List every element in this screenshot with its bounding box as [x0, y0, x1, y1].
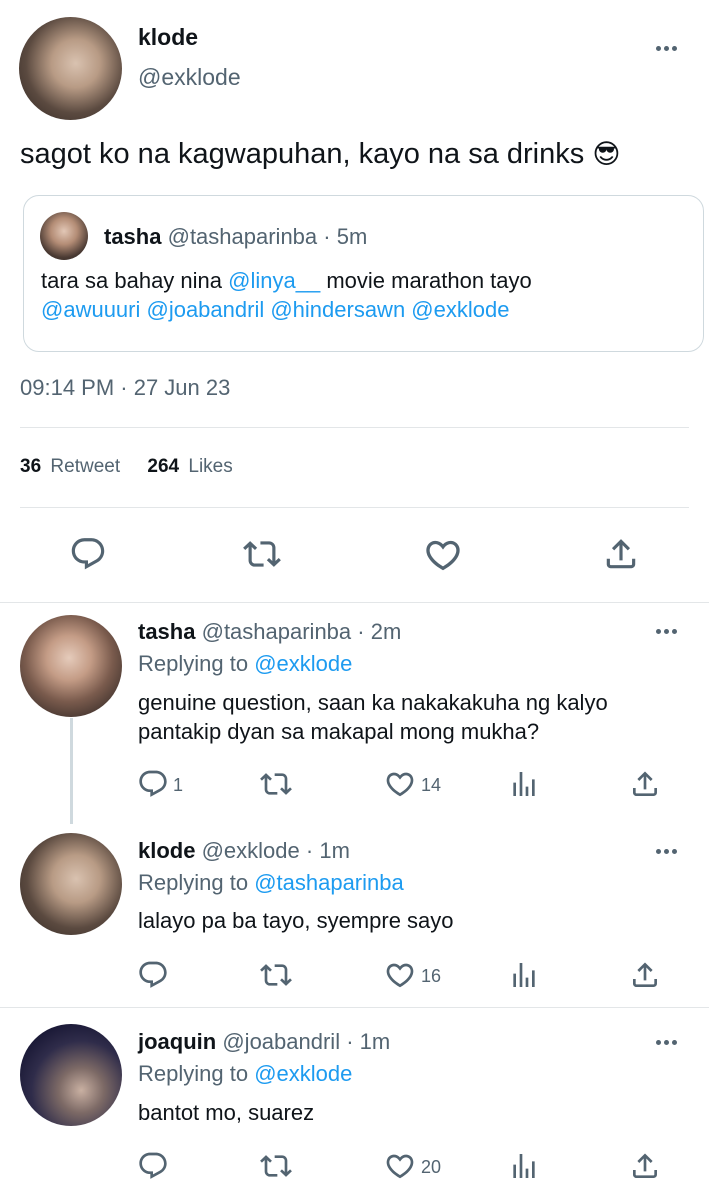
replying-label: Replying to	[138, 651, 255, 676]
reply-author-handle[interactable]: @tashaparinba	[202, 619, 352, 644]
quote-text-after: movie marathon tayo	[320, 268, 532, 293]
like-icon[interactable]	[384, 1150, 416, 1182]
like-count: 14	[421, 775, 442, 795]
reply-time[interactable]: · 1m	[306, 838, 350, 863]
reply-time[interactable]: · 1m	[346, 1029, 390, 1054]
avatar[interactable]	[20, 1024, 122, 1126]
replying-label: Replying to	[138, 1061, 255, 1086]
reply-icon[interactable]	[137, 1150, 169, 1182]
thread-line	[70, 718, 73, 824]
reply-text-line2: pantakip dyan sa makapal mong mukha?	[138, 719, 540, 744]
like-count[interactable]: 264	[147, 456, 179, 477]
reply-count: 1	[173, 775, 184, 795]
reply-icon[interactable]	[69, 535, 107, 573]
divider	[20, 427, 689, 428]
quote-header: tasha @tashaparinba · 5m	[104, 224, 367, 250]
tweet-text-content: sagot ko na kagwapuhan, kayo na sa drink…	[20, 138, 585, 170]
replying-to-link[interactable]: @exklode	[254, 651, 352, 676]
analytics-icon[interactable]	[508, 1150, 540, 1182]
avatar[interactable]	[20, 615, 122, 717]
reply-header: klode @exklode · 1m	[138, 838, 350, 864]
share-icon[interactable]	[629, 768, 661, 800]
replying-to-link[interactable]: @exklode	[254, 1061, 352, 1086]
reply-author-name[interactable]: tasha	[138, 619, 195, 644]
tweet-stats: 36 Retweet 264 Likes	[20, 456, 233, 478]
reply-text-line1: lalayo pa ba tayo, syempre sayo	[138, 908, 454, 933]
retweet-icon[interactable]	[243, 535, 281, 573]
reply-author-name[interactable]: klode	[138, 838, 195, 863]
analytics-icon[interactable]	[508, 768, 540, 800]
like-icon[interactable]	[384, 768, 416, 800]
divider	[20, 507, 689, 508]
reply-icon[interactable]	[137, 959, 169, 991]
replying-to: Replying to @tashaparinba	[138, 870, 404, 896]
reply-header: tasha @tashaparinba · 2m	[138, 619, 401, 645]
divider	[0, 1007, 709, 1008]
quote-tweet-card[interactable]: tasha @tashaparinba · 5m tara sa bahay n…	[23, 195, 704, 352]
replying-to-link[interactable]: @tashaparinba	[254, 870, 404, 895]
more-icon[interactable]	[656, 1040, 677, 1045]
retweet-count[interactable]: 36	[20, 456, 41, 477]
reply-text-line1: bantot mo, suarez	[138, 1100, 315, 1125]
quote-author-name: tasha	[104, 224, 162, 249]
more-icon[interactable]	[656, 629, 677, 634]
reply-icon[interactable]	[137, 768, 169, 800]
retweet-icon[interactable]	[260, 768, 292, 800]
quote-mention-link[interactable]: @linya__	[228, 268, 320, 293]
author-handle[interactable]: @exklode	[138, 64, 241, 91]
retweet-icon[interactable]	[260, 959, 292, 991]
quote-time: · 5m	[323, 224, 368, 249]
reply-author-handle[interactable]: @exklode	[202, 838, 300, 863]
more-icon[interactable]	[656, 849, 677, 854]
like-count: 16	[421, 966, 442, 986]
tweet-timestamp[interactable]: 09:14 PM · 27 Jun 23	[20, 375, 230, 401]
tweet-text: sagot ko na kagwapuhan, kayo na sa drink…	[20, 138, 620, 171]
analytics-icon[interactable]	[508, 959, 540, 991]
reply-text-line1: genuine question, saan ka nakakakuha ng …	[138, 690, 608, 715]
share-icon[interactable]	[602, 535, 640, 573]
reply-header: joaquin @joabandril · 1m	[138, 1029, 390, 1055]
like-icon[interactable]	[423, 535, 463, 575]
reply-time[interactable]: · 2m	[357, 619, 401, 644]
avatar[interactable]	[20, 833, 122, 935]
quote-text-line1: tara sa bahay nina @linya__ movie marath…	[41, 268, 532, 294]
quote-author-handle: @tashaparinba	[167, 224, 318, 249]
retweet-label[interactable]: Retweet	[50, 456, 120, 477]
replying-to: Replying to @exklode	[138, 651, 352, 677]
divider	[0, 602, 709, 603]
share-icon[interactable]	[629, 959, 661, 991]
replying-to: Replying to @exklode	[138, 1061, 352, 1087]
avatar[interactable]	[19, 17, 122, 120]
quote-avatar	[40, 212, 88, 260]
more-icon[interactable]	[656, 46, 677, 51]
replying-label: Replying to	[138, 870, 255, 895]
share-icon[interactable]	[629, 1150, 661, 1182]
like-label[interactable]: Likes	[188, 456, 232, 477]
quote-text-before: tara sa bahay nina	[41, 268, 229, 293]
like-icon[interactable]	[384, 959, 416, 991]
reply-author-name[interactable]: joaquin	[138, 1029, 216, 1054]
quote-mentions-line[interactable]: @awuuuri @joabandril @hindersawn @exklod…	[41, 297, 509, 323]
reply-author-handle[interactable]: @joabandril	[222, 1029, 340, 1054]
like-count: 20	[421, 1157, 442, 1177]
retweet-icon[interactable]	[260, 1150, 292, 1182]
sunglasses-emoji: 😎	[592, 139, 621, 169]
author-name[interactable]: klode	[138, 24, 198, 51]
